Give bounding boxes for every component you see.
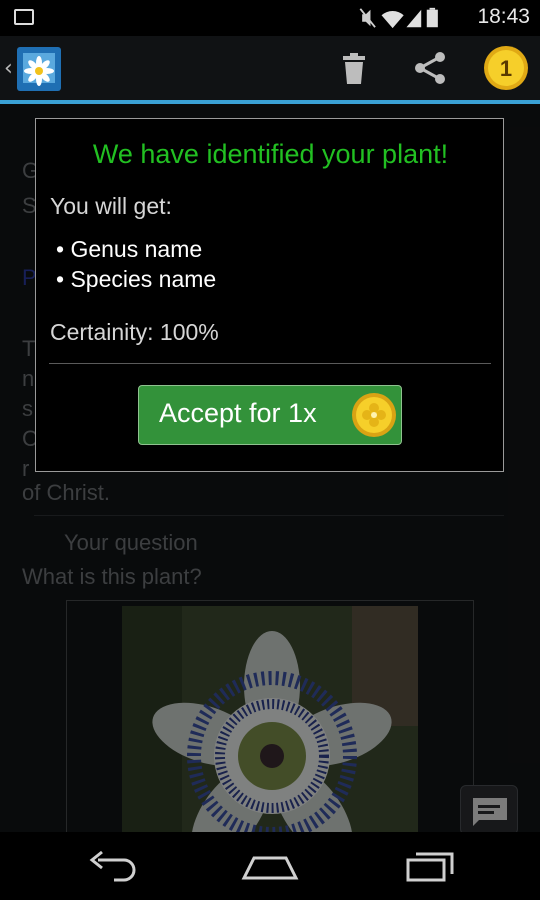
recent-apps-icon[interactable] <box>390 842 470 890</box>
accept-button[interactable]: Accept for 1x <box>138 385 402 445</box>
back-icon[interactable] <box>72 842 152 890</box>
dialog-title: We have identified your plant! <box>92 139 449 169</box>
accept-button-label: Accept for 1x <box>159 398 317 428</box>
navigation-bar <box>0 832 540 900</box>
share-icon[interactable] <box>406 44 454 92</box>
up-chevron-icon[interactable]: ‹ <box>4 56 13 81</box>
benefit-item: Genus name <box>56 234 216 264</box>
battery-icon <box>426 7 438 28</box>
benefit-item: Species name <box>56 264 216 294</box>
trash-icon[interactable] <box>330 44 378 92</box>
status-icons <box>359 7 438 29</box>
identification-dialog: We have identified your plant! You will … <box>35 118 504 472</box>
coin-count: 1 <box>500 56 512 81</box>
app-logo-icon[interactable] <box>17 47 61 91</box>
certainty-text: Certainity: 100% <box>50 319 219 345</box>
coin-icon <box>352 393 396 437</box>
home-icon[interactable] <box>230 842 310 890</box>
dialog-divider <box>49 363 491 364</box>
signal-icon <box>406 9 422 28</box>
coin-balance-icon[interactable]: 1 <box>482 44 530 92</box>
clock: 18:43 <box>477 5 530 28</box>
gallery-notification-icon <box>14 9 34 25</box>
benefit-list: Genus name Species name <box>56 234 216 294</box>
action-bar: ‹ 1 <box>0 36 540 104</box>
wifi-icon <box>381 10 404 29</box>
mute-icon <box>359 8 376 28</box>
status-bar: 18:43 <box>0 0 540 36</box>
dialog-subtitle: You will get: <box>50 193 172 219</box>
